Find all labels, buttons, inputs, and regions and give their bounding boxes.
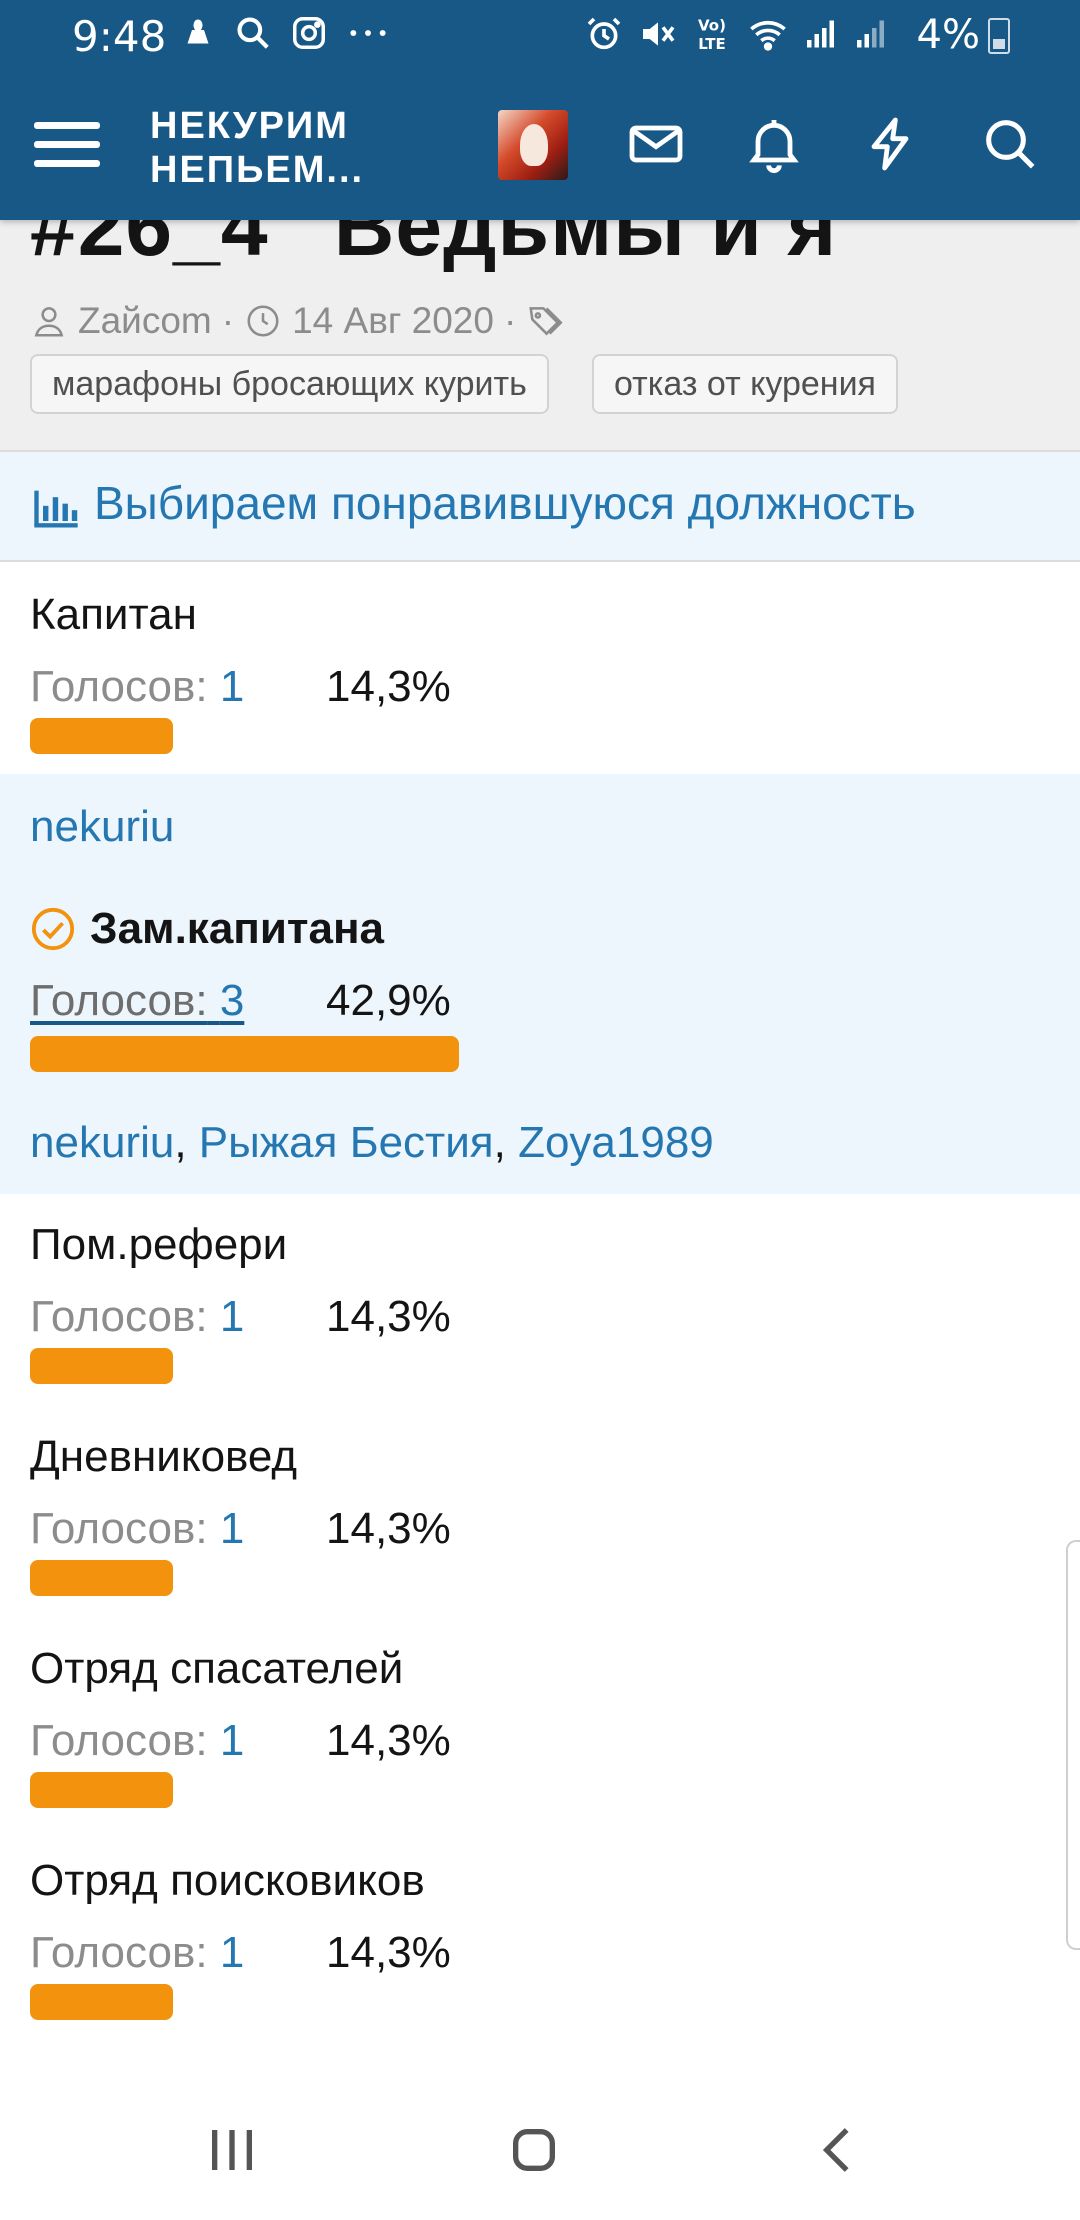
votes-label: Голосов: [30, 1292, 208, 1341]
poll-option: Отряд спасателей Голосов: 1 14,3% [0, 1618, 1080, 1830]
option-label: Отряд поисковиков [30, 1856, 425, 1905]
avatar[interactable] [498, 110, 568, 180]
votes-count[interactable]: 1 [220, 662, 244, 711]
tag-item[interactable]: отказ от курения [592, 354, 898, 414]
votes-count[interactable]: 1 [220, 1716, 244, 1765]
menu-icon[interactable] [34, 116, 100, 172]
app-header: 9:48 Vo) LTE 4% НЕКУРИМ НЕПЬЕМ... [0, 0, 1080, 220]
option-bar [30, 1036, 459, 1072]
notification-icon [187, 19, 209, 44]
tag-item[interactable]: марафоны бросающих курить [30, 354, 549, 414]
search-icon[interactable] [978, 112, 1042, 176]
status-right-icons: Vo) LTE [584, 14, 890, 54]
signal-icon [857, 20, 884, 48]
status-bar: 9:48 Vo) LTE 4% [0, 0, 1080, 72]
voter-link[interactable]: Zoya1989 [518, 1118, 714, 1167]
check-circle-icon [31, 907, 75, 951]
app-bar: НЕКУРИМ НЕПЬЕМ... [0, 72, 1080, 220]
option-bar [30, 1348, 173, 1384]
meta-separator: · [503, 300, 517, 341]
bell-icon[interactable] [742, 112, 806, 176]
option-votes[interactable]: Голосов: 1 [30, 1292, 244, 1342]
battery-icon [988, 18, 1010, 54]
votes-count[interactable]: 1 [220, 1292, 244, 1341]
poll-title: Выбираем понравившуюся должность [94, 477, 916, 529]
votes-label: Голосов: [30, 1716, 208, 1765]
option-percent: 14,3% [326, 662, 451, 711]
alarm-icon [587, 17, 621, 50]
scrollbar[interactable] [1066, 1540, 1080, 1950]
option-percent: 14,3% [326, 1292, 451, 1341]
more-icon [350, 30, 386, 36]
option-label: Капитан [30, 590, 197, 639]
option-percent: 14,3% [326, 1716, 451, 1765]
option-bar [30, 1772, 173, 1808]
option-percent: 42,9% [326, 976, 451, 1025]
votes-count[interactable]: 1 [220, 1928, 244, 1977]
votes-label: Голосов: [30, 1504, 208, 1553]
system-nav-bar [0, 2080, 1080, 2220]
option-votes[interactable]: Голосов: 1 [30, 662, 244, 712]
votes-label: Голосов: [30, 976, 208, 1025]
volte-icon: Vo)LTE [698, 17, 726, 53]
user-icon [34, 307, 64, 337]
thread-meta: Zaйcom · 14 Авг 2020 · [30, 300, 564, 342]
option-bar [30, 1560, 173, 1596]
bolt-icon[interactable] [858, 112, 922, 176]
option-votes[interactable]: Голосов: 1 [30, 1928, 244, 1978]
votes-count[interactable]: 3 [220, 976, 244, 1025]
voter-link[interactable]: Рыжая Бестия [199, 1118, 494, 1167]
option-votes[interactable]: Голосов: 1 [30, 1716, 244, 1766]
poll-option-voted: nekuriu Зам.капитана Голосов: 3 42,9% ne… [0, 774, 1080, 1194]
option-percent: 14,3% [326, 1928, 451, 1977]
votes-label: Голосов: [30, 662, 208, 711]
option-label: Отряд спасателей [30, 1644, 404, 1693]
votes-label: Голосов: [30, 1928, 208, 1977]
mail-icon[interactable] [624, 112, 688, 176]
voter-link[interactable]: nekuriu [30, 802, 174, 851]
voter-link[interactable]: nekuriu [30, 1118, 174, 1167]
svg-text:Vo): Vo) [698, 17, 726, 35]
instagram-icon [293, 17, 325, 49]
option-voters: nekuriu, Рыжая Бестия, Zoya1989 [30, 1118, 714, 1167]
poll-header: Выбираем понравившуюся должность [0, 452, 1080, 562]
option-votes[interactable]: Голосов: 1 [30, 1504, 244, 1554]
logo-line-1: НЕКУРИМ [150, 105, 349, 147]
signal-icon [807, 20, 834, 48]
clock-icon [247, 305, 279, 337]
option-label: Зам.капитана [90, 904, 384, 953]
site-logo[interactable]: НЕКУРИМ НЕПЬЕМ... [150, 104, 364, 192]
option-percent: 14,3% [326, 1504, 451, 1553]
tags-icon [529, 307, 563, 336]
battery-percent: 4% [916, 12, 980, 58]
thread-author[interactable]: Zaйcom [78, 300, 212, 342]
option-voters: nekuriu [30, 802, 174, 852]
mute-icon [643, 22, 675, 46]
search-icon [237, 17, 269, 49]
poll-option: Дневниковед Голосов: 1 14,3% [0, 1406, 1080, 1618]
thread-date[interactable]: 14 Авг 2020 [292, 300, 494, 342]
bar-chart-icon [34, 490, 78, 528]
option-label: Дневниковед [30, 1432, 298, 1481]
option-bar [30, 718, 173, 754]
poll-option: Пом.рефери Голосов: 1 14,3% [0, 1194, 1080, 1406]
status-time: 9:48 [72, 12, 167, 61]
option-label: Пом.рефери [30, 1220, 288, 1269]
votes-count[interactable]: 1 [220, 1504, 244, 1553]
back-icon[interactable] [800, 2110, 880, 2190]
poll-option: Капитан Голосов: 1 14,3% [0, 564, 1080, 774]
logo-line-2: НЕПЬЕМ... [150, 149, 365, 191]
option-votes[interactable]: Голосов: 3 [30, 976, 244, 1026]
svg-text:LTE: LTE [698, 35, 726, 53]
meta-separator: · [221, 300, 235, 341]
status-left-icons [180, 14, 390, 52]
home-icon[interactable] [494, 2110, 574, 2190]
option-bar [30, 1984, 173, 2020]
wifi-icon [750, 20, 786, 51]
poll-option: Отряд поисковиков Голосов: 1 14,3% [0, 1830, 1080, 2042]
recent-apps-icon[interactable] [192, 2110, 272, 2190]
